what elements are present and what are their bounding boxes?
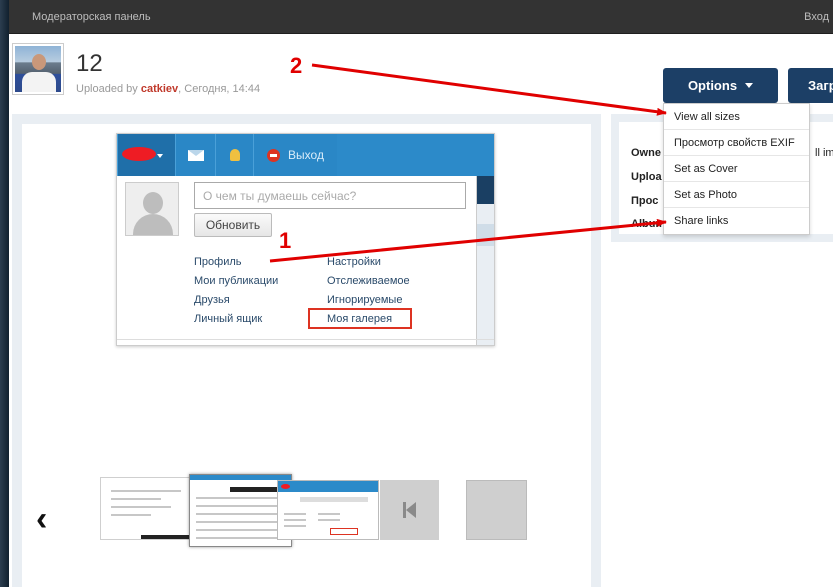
chevron-down-icon bbox=[157, 154, 163, 158]
options-label: Options bbox=[687, 78, 738, 93]
thumbnail-1[interactable] bbox=[100, 477, 192, 540]
menu-item-view-all-sizes[interactable]: View all sizes bbox=[664, 104, 809, 130]
embedded-update-button: Обновить bbox=[194, 213, 272, 237]
embedded-navbar: Выход bbox=[117, 134, 494, 176]
uploader-avatar[interactable] bbox=[12, 43, 64, 95]
embedded-menu-ignored: Игнорируемые bbox=[327, 294, 403, 306]
options-button[interactable]: Options bbox=[663, 68, 778, 103]
thumbnail-first-button[interactable] bbox=[380, 480, 439, 540]
embedded-menu-profile: Профиль bbox=[194, 256, 242, 268]
embedded-status-input: О чем ты думаешь сейчас? bbox=[194, 182, 466, 209]
bell-icon bbox=[229, 149, 240, 161]
embedded-messages-segment bbox=[175, 134, 215, 176]
upload-button[interactable]: Загрузить bbox=[788, 68, 833, 103]
embedded-exit-label: Выход bbox=[288, 148, 324, 162]
embedded-menu-inbox: Личный ящик bbox=[194, 313, 263, 325]
envelope-icon bbox=[187, 149, 204, 161]
chevron-down-icon bbox=[745, 83, 754, 88]
menu-item-share-links[interactable]: Share links bbox=[664, 208, 809, 234]
album-label: Album bbox=[631, 218, 666, 230]
moderator-panel-link[interactable]: Модераторская панель bbox=[32, 11, 151, 23]
embedded-divider bbox=[117, 339, 494, 340]
arrow-to-view-all-sizes bbox=[311, 63, 667, 116]
login-link[interactable]: Вход bbox=[804, 11, 829, 23]
owner-label: Owne bbox=[631, 147, 661, 159]
photo-title: 12 bbox=[76, 50, 103, 77]
embedded-screenshot-image[interactable]: Выход О чем ты думаешь сейчас? Обновить … bbox=[116, 133, 495, 346]
avatar-image bbox=[15, 46, 61, 92]
placeholder-avatar-icon bbox=[125, 182, 179, 236]
options-dropdown-menu: View all sizes Просмотр свойств EXIF Set… bbox=[663, 103, 810, 235]
uploaded-label: Uploa bbox=[631, 171, 662, 183]
info-extra-text: ll ima bbox=[815, 147, 833, 159]
embedded-exit-segment: Выход bbox=[253, 134, 337, 176]
embedded-notifications-segment bbox=[215, 134, 253, 176]
embedded-menu-tracked: Отслеживаемое bbox=[327, 275, 410, 287]
menu-item-set-as-photo[interactable]: Set as Photo bbox=[664, 182, 809, 208]
thumbnail-empty[interactable] bbox=[466, 480, 527, 540]
gallery-highlight-box bbox=[308, 308, 412, 329]
annotation-marker-2: 2 bbox=[290, 53, 303, 78]
embedded-side-strip bbox=[476, 176, 494, 345]
upload-info: Uploaded by catkiev, Сегодня, 14:44 bbox=[76, 83, 260, 95]
chevron-left-icon[interactable]: ‹ bbox=[36, 502, 47, 536]
annotation-marker-1: 1 bbox=[279, 228, 292, 253]
menu-item-exif[interactable]: Просмотр свойств EXIF bbox=[664, 130, 809, 156]
skip-to-start-icon bbox=[402, 502, 417, 518]
upload-label: Загрузить bbox=[808, 78, 833, 93]
uploaded-by-label: Uploaded by bbox=[76, 83, 138, 95]
upload-date: , Сегодня, 14:44 bbox=[178, 83, 261, 95]
views-label: Прос bbox=[631, 195, 659, 207]
top-navigation-bar: Модераторская панель Вход bbox=[9, 0, 833, 34]
embedded-menu-friends: Друзья bbox=[194, 294, 230, 306]
thumbnail-3-current[interactable] bbox=[277, 480, 379, 540]
menu-item-set-as-cover[interactable]: Set as Cover bbox=[664, 156, 809, 182]
uploader-link[interactable]: catkiev bbox=[141, 83, 178, 95]
embedded-menu-settings: Настройки bbox=[327, 256, 381, 268]
embedded-menu-publications: Мои публикации bbox=[194, 275, 279, 287]
redacted-logo bbox=[122, 147, 156, 161]
stop-icon bbox=[267, 148, 281, 162]
window-left-edge bbox=[0, 0, 9, 587]
